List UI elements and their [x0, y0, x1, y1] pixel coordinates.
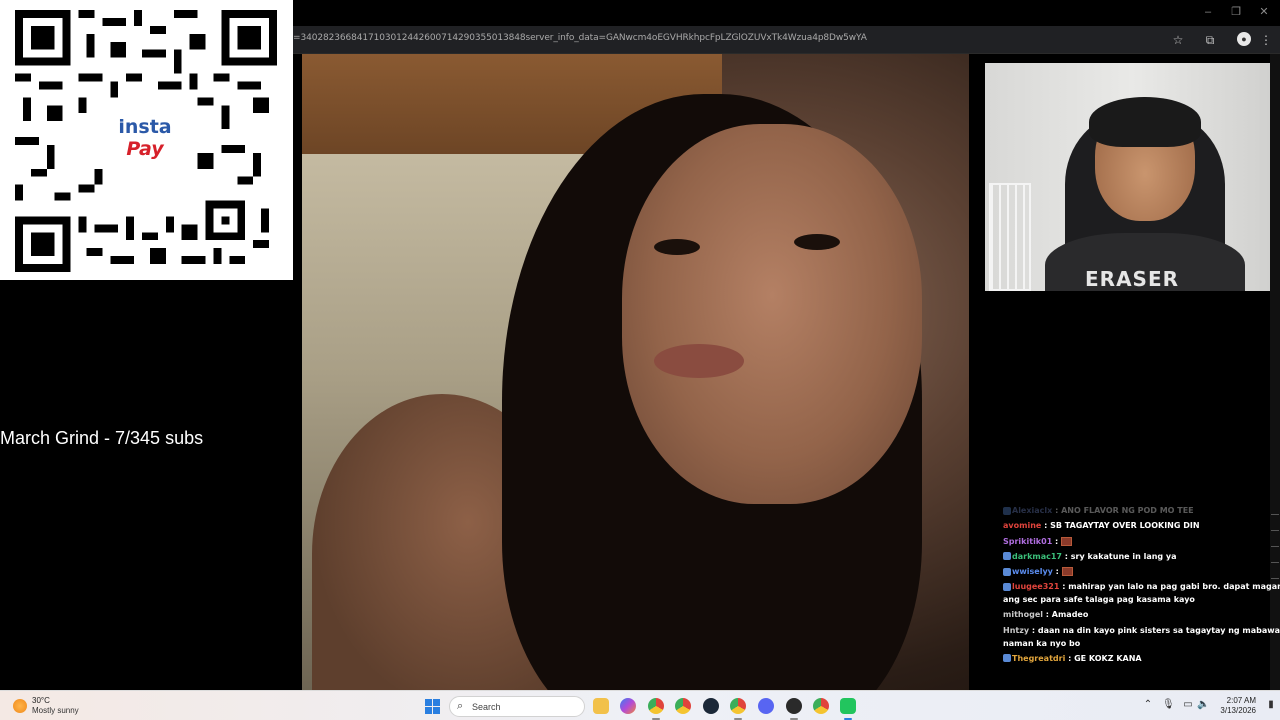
chat-text: Amadeo	[1051, 610, 1089, 620]
bookmark-star-icon[interactable]: ☆	[1169, 31, 1187, 49]
chat-separator: :	[1062, 551, 1071, 561]
qr-code-panel: insta Pay	[0, 0, 293, 280]
clock-time[interactable]: 2:07 AM	[1222, 696, 1256, 705]
streaming-app-icon[interactable]	[840, 698, 856, 714]
address-bar[interactable]: =340282366841710301244260071429035501384…	[293, 26, 1280, 54]
chat-separator: :	[1052, 536, 1062, 546]
windows-logo-tile	[425, 699, 432, 706]
discord-icon[interactable]	[758, 698, 774, 714]
windows-logo-tile	[433, 707, 440, 714]
chrome-profile-icon[interactable]	[675, 698, 691, 714]
chat-message: darkmac17 : sry kakatune in lang ya	[1003, 550, 1280, 565]
volume-icon[interactable]: 🔈	[1197, 699, 1209, 711]
chat-separator: :	[1059, 582, 1069, 592]
shirt-print-text: ERASER	[1085, 267, 1180, 291]
chat-username[interactable]: avomine	[1003, 521, 1041, 530]
chat-separator: :	[1041, 521, 1051, 531]
instapay-logo-text-1: insta	[118, 116, 172, 138]
start-button[interactable]	[425, 699, 440, 714]
person-face	[622, 124, 922, 504]
chrome-icon[interactable]	[648, 698, 664, 714]
taskbar-search[interactable]: ⌕ Search	[449, 696, 585, 717]
notification-icon[interactable]: ▮	[1265, 699, 1277, 711]
chat-badge-icon	[1003, 552, 1011, 561]
chat-badge-icon	[1003, 582, 1011, 591]
chat-message: Hntzy : daan na din kayo pink sisters sa…	[1003, 624, 1280, 652]
chrome-app-icon[interactable]	[730, 698, 746, 714]
chat-text: SB TAGAYTAY OVER LOOKING DIN	[1050, 521, 1200, 531]
chat-emote-icon	[1061, 536, 1073, 546]
chat-message: wwiselyy :	[1003, 565, 1280, 580]
chat-message: luugee321 : mahirap yan lalo na pag gabi…	[1003, 580, 1280, 608]
weather-description[interactable]: Mostly sunny	[32, 706, 79, 715]
minimize-button[interactable]: –	[1199, 4, 1217, 20]
person-lips	[654, 344, 744, 378]
chat-username[interactable]: Hntzy	[1003, 626, 1029, 635]
network-icon[interactable]: ▭	[1182, 699, 1194, 711]
weather-sun-icon[interactable]	[13, 699, 27, 713]
chat-username[interactable]: Alexiaclx	[1012, 506, 1052, 515]
steam-icon[interactable]	[703, 698, 719, 714]
chat-message: avomine : SB TAGAYTAY OVER LOOKING DIN	[1003, 519, 1280, 534]
instapay-logo-text-2: Pay	[126, 138, 164, 160]
chat-text: daan na din kayo pink sisters sa tagayta…	[1003, 625, 1280, 648]
menu-kebab-icon[interactable]: ⋮	[1257, 31, 1275, 49]
chat-badge-icon	[1003, 654, 1011, 663]
chat-message: mithogel : Amadeo	[1003, 608, 1280, 623]
baby-gate	[989, 183, 1031, 291]
chat-message: Alexiaclx : ANO FLAVOR NG POD MO TEE	[1003, 504, 1280, 519]
close-button[interactable]: ✕	[1255, 4, 1273, 20]
chat-username[interactable]: Thegreatdri	[1012, 654, 1065, 663]
profile-avatar-icon[interactable]: ●	[1237, 32, 1251, 46]
streamer-webcam: ERASER	[985, 63, 1280, 291]
url-text[interactable]: =340282366841710301244260071429035501384…	[293, 33, 1153, 43]
copilot-icon[interactable]	[620, 698, 636, 714]
weather-temperature[interactable]: 30°C	[32, 696, 50, 705]
chat-overlay: Alexiaclx : ANO FLAVOR NG POD MO TEE avom…	[1003, 504, 1280, 667]
chat-username[interactable]: luugee321	[1012, 582, 1059, 591]
chat-text: GE KOKZ KANA	[1074, 653, 1142, 663]
chat-text: ANO FLAVOR NG POD MO TEE	[1061, 506, 1194, 515]
obs-icon[interactable]	[786, 698, 802, 714]
chat-separator: :	[1029, 625, 1038, 635]
file-explorer-icon[interactable]	[593, 698, 609, 714]
windows-logo-tile	[433, 699, 440, 706]
restore-button[interactable]: ❐	[1227, 4, 1245, 20]
chat-separator: :	[1052, 567, 1062, 577]
chat-message: Thegreatdri : GE KOKZ KANA	[1003, 652, 1280, 667]
screen: – ❐ ✕ =340282366841710301244260071429035…	[0, 0, 1280, 720]
chat-message: Sprikitik01 :	[1003, 535, 1280, 550]
instapay-logo: insta Pay	[110, 112, 180, 170]
windows-logo-tile	[425, 707, 432, 714]
chat-text: sry kakatune in lang ya	[1070, 551, 1177, 561]
tray-chevron-up-icon[interactable]: ⌃	[1142, 699, 1154, 711]
search-icon: ⌕	[457, 700, 464, 712]
chat-username[interactable]: Sprikitik01	[1003, 537, 1052, 546]
chat-separator: :	[1043, 610, 1052, 620]
chat-badge-icon	[1003, 506, 1011, 515]
chat-badge-icon	[1003, 567, 1011, 576]
chat-separator: :	[1065, 653, 1075, 663]
chat-username[interactable]: mithogel	[1003, 610, 1043, 619]
chat-username[interactable]: wwiselyy	[1012, 567, 1053, 576]
browser-titlebar: – ❐ ✕	[293, 0, 1280, 26]
clock-date[interactable]: 3/13/2026	[1214, 706, 1256, 715]
chat-separator: :	[1052, 506, 1062, 515]
search-placeholder: Search	[472, 702, 501, 712]
chrome-window-icon[interactable]	[813, 698, 829, 714]
streamer-hair	[1089, 97, 1201, 147]
main-video-feed	[302, 54, 969, 690]
person-eye-right	[794, 234, 840, 250]
extensions-icon[interactable]: ⧉	[1201, 31, 1219, 49]
chat-emote-icon	[1061, 567, 1073, 577]
microphone-icon[interactable]: 🎙	[1162, 699, 1175, 711]
person-eye-left	[654, 239, 700, 255]
windows-taskbar: 30°C Mostly sunny ⌕ Search ⌃ 🎙 ▭ 🔈 2:07 …	[0, 690, 1280, 720]
subscriber-goal-text: March Grind - 7/345 subs	[0, 428, 204, 448]
chat-username[interactable]: darkmac17	[1012, 552, 1062, 561]
